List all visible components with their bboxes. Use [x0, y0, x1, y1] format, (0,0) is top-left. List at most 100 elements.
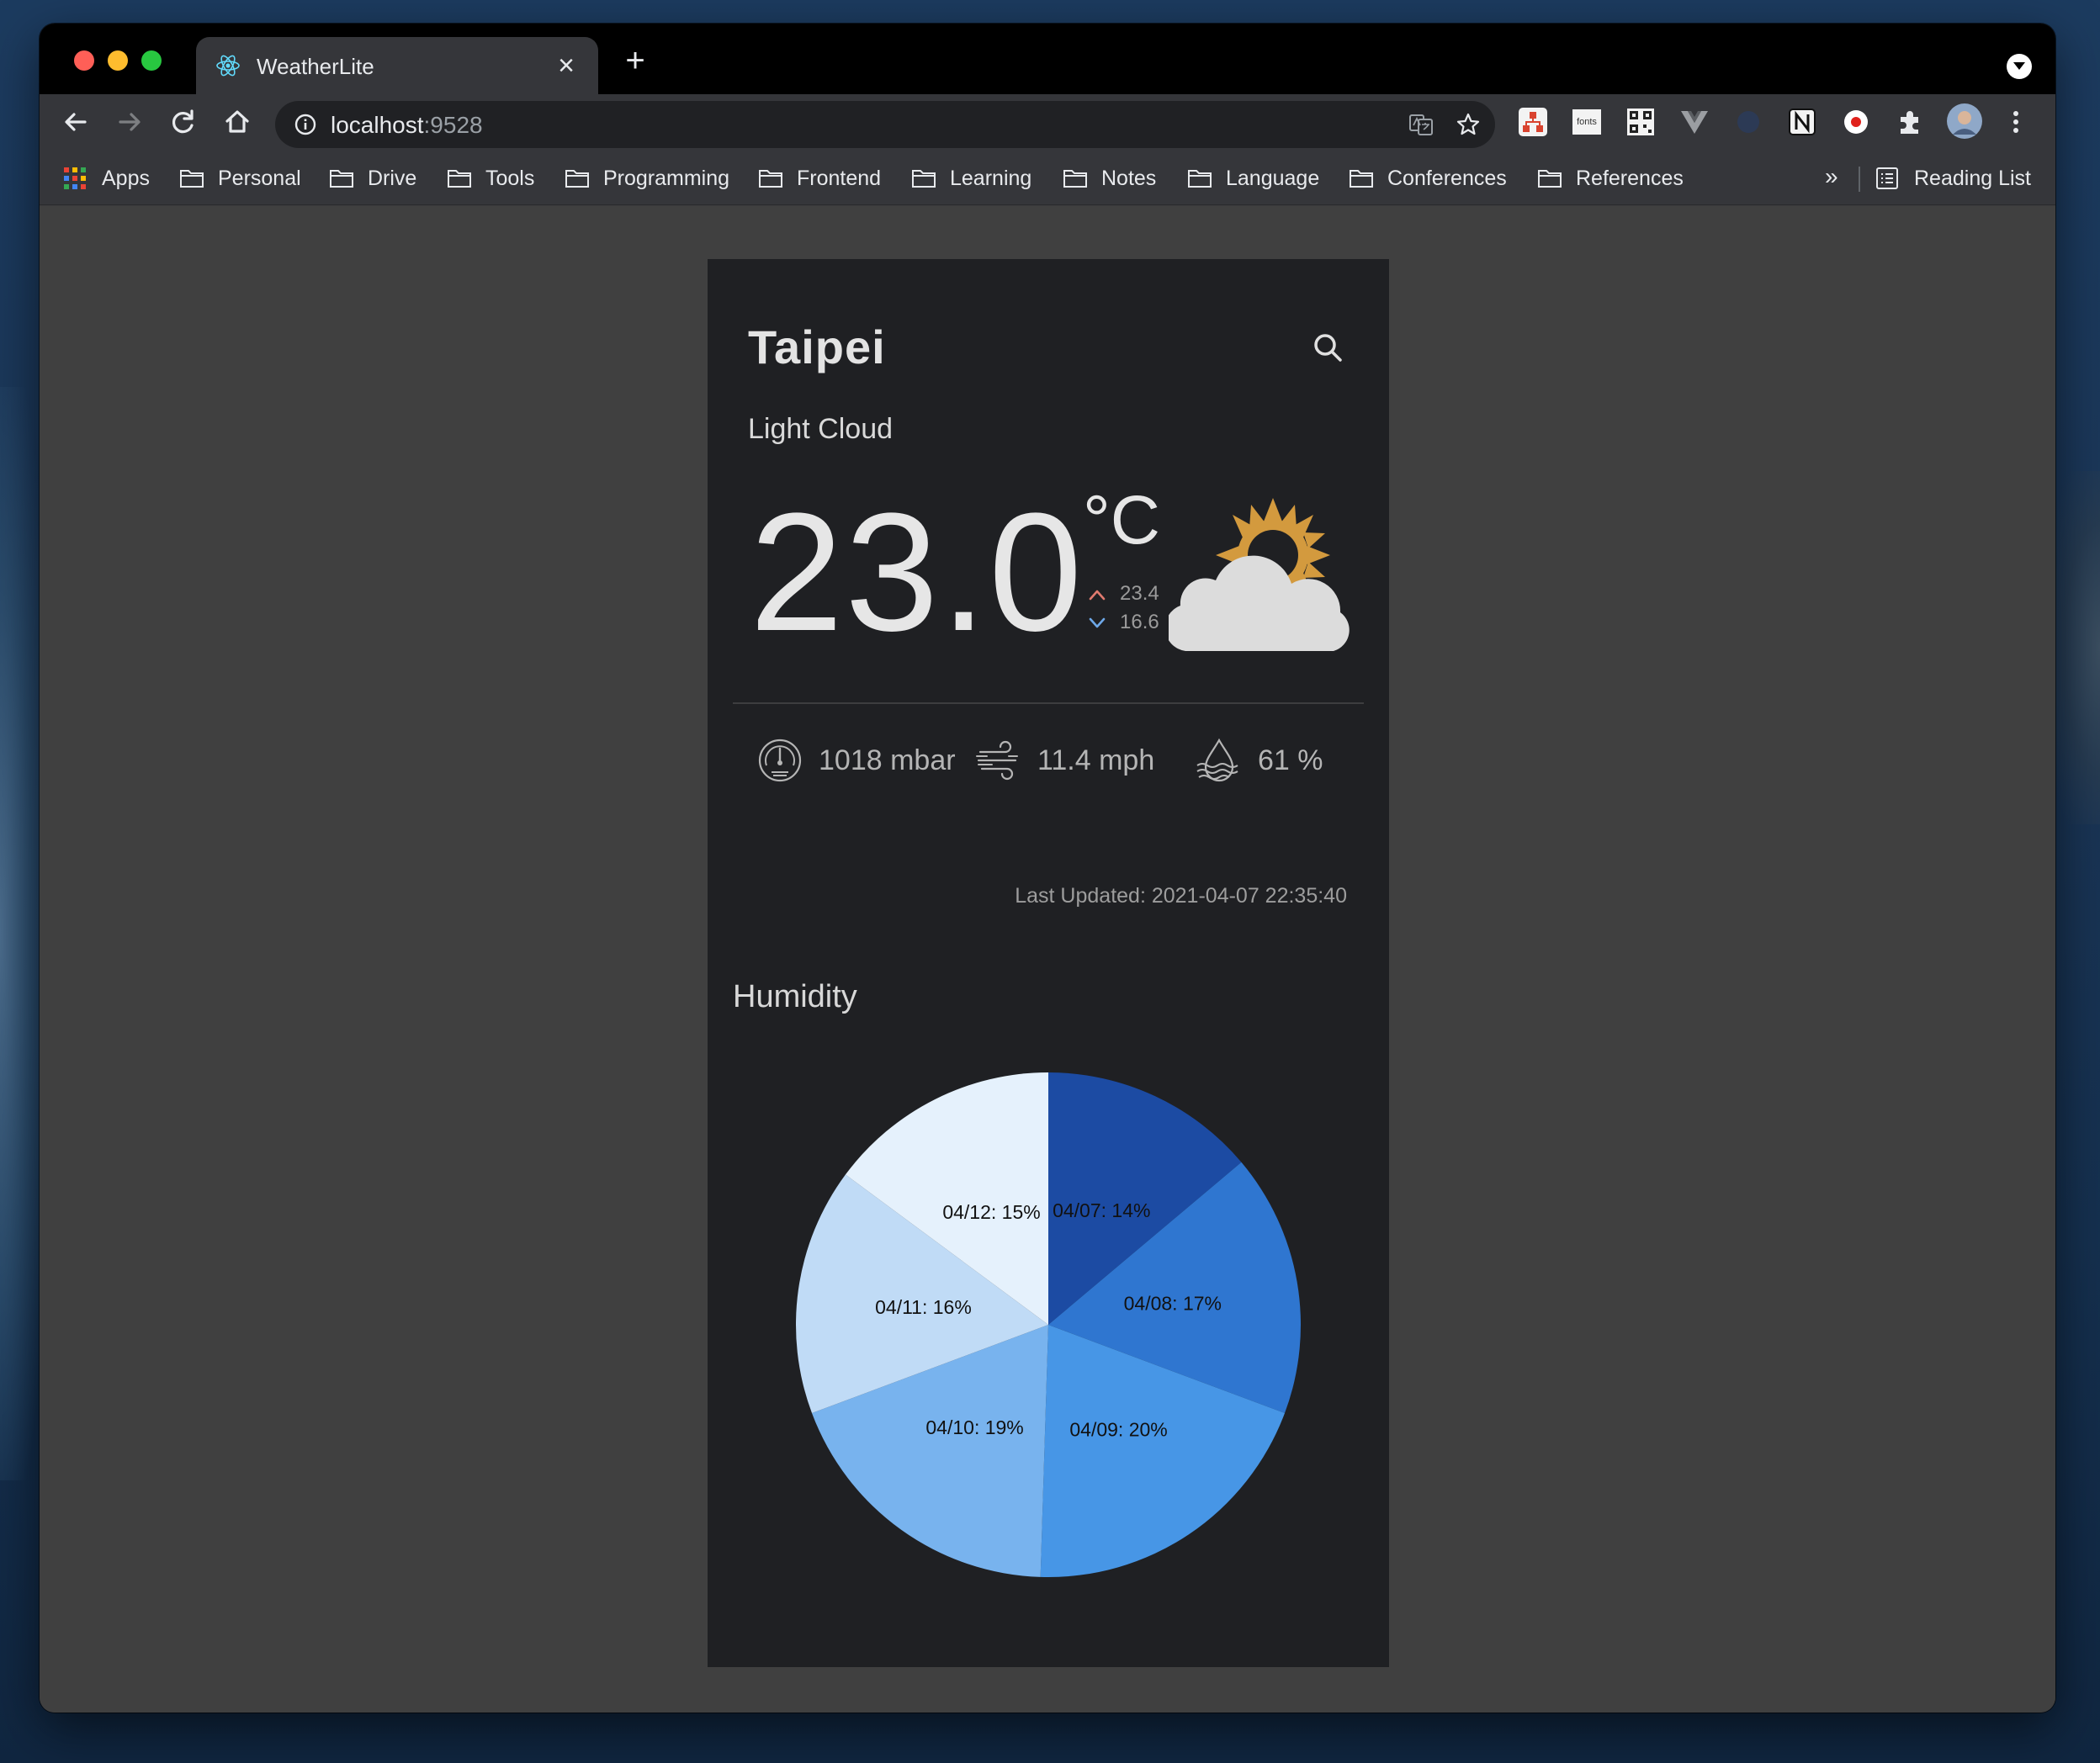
- pie-slice-label: 04/08: 17%: [1124, 1292, 1222, 1314]
- current-temperature: 23.0: [750, 479, 1084, 666]
- folder-icon: [1063, 170, 1087, 188]
- wind-icon: [976, 740, 1018, 781]
- folder-icon: [912, 170, 936, 188]
- pie-slice-label: 04/11: 16%: [875, 1296, 972, 1318]
- wind-value: 11.4 mph: [1037, 744, 1155, 776]
- high-temperature: 23.4: [1120, 582, 1159, 605]
- weather-description: Light Cloud: [748, 413, 894, 445]
- bookmark-star-icon[interactable]: [1455, 111, 1482, 138]
- bookmark-folder-conferences[interactable]: Conferences: [1349, 163, 1507, 193]
- home-icon[interactable]: [216, 101, 258, 143]
- url-port: :9528: [423, 112, 483, 138]
- bookmark-folder-personal[interactable]: Personal: [179, 163, 301, 193]
- bookmark-folder-frontend[interactable]: Frontend: [758, 163, 881, 193]
- bookmark-label: Personal: [218, 166, 301, 190]
- barometer-gauge-icon: [758, 739, 802, 782]
- bookmark-label: References: [1576, 166, 1684, 190]
- weather-card: Taipei Light Cloud 23.0 °C 23.4 16.6 101…: [708, 259, 1389, 1667]
- bookmark-folder-learning[interactable]: Learning: [911, 163, 1031, 193]
- bookmarks-divider: [1859, 167, 1860, 192]
- extension-vue-devtools-icon[interactable]: [1678, 106, 1710, 138]
- bookmark-label: Notes: [1101, 166, 1157, 190]
- city-name: Taipei: [748, 320, 886, 373]
- last-updated: Last Updated: 2021-04-07 22:35:40: [1015, 884, 1347, 908]
- browser-menu-icon[interactable]: [2000, 106, 2032, 138]
- folder-icon: [1188, 170, 1212, 188]
- bookmark-label: Apps: [102, 166, 150, 190]
- page-viewport: Taipei Light Cloud 23.0 °C 23.4 16.6 101…: [40, 206, 2055, 1713]
- extension-sitemap-icon[interactable]: [1517, 106, 1549, 138]
- folder-icon: [330, 170, 353, 188]
- pie-slice-label: 04/09: 20%: [1069, 1419, 1167, 1441]
- folder-icon: [565, 170, 589, 188]
- extension-dark-icon[interactable]: [1732, 106, 1764, 138]
- humidity-pie-chart: 04/07: 14% 04/08: 17% 04/09: 20% 04/10: 19%…: [796, 1072, 1301, 1577]
- back-arrow-icon[interactable]: [55, 101, 97, 143]
- url-host: localhost: [331, 112, 424, 138]
- apps-grid-icon: [64, 167, 86, 189]
- new-tab-button[interactable]: +: [618, 44, 652, 77]
- bookmark-folder-notes[interactable]: Notes: [1063, 163, 1156, 193]
- bookmark-folder-programming[interactable]: Programming: [565, 163, 729, 193]
- bookmarks-bar: Apps Personal Drive Tools Programming Fr…: [40, 151, 2055, 205]
- humidity-value: 61 %: [1258, 744, 1323, 776]
- desktop-wallpaper-right: [2050, 471, 2100, 824]
- section-divider: [733, 702, 1364, 704]
- tab-bar: WeatherLite × +: [40, 24, 2055, 94]
- pie-slice-label: 04/12: 15%: [942, 1201, 1040, 1223]
- tab-search-button[interactable]: [2007, 54, 2032, 79]
- translate-icon[interactable]: [1408, 111, 1434, 138]
- extension-record-icon[interactable]: [1840, 106, 1872, 138]
- zoom-window-button[interactable]: [141, 50, 162, 71]
- reading-list-label: Reading List: [1914, 166, 2031, 190]
- site-info-icon[interactable]: [294, 113, 317, 136]
- folder-icon: [1350, 170, 1373, 188]
- low-temperature: 16.6: [1120, 611, 1159, 633]
- forward-arrow-icon[interactable]: [109, 101, 151, 143]
- chevron-down-icon: [1089, 617, 1106, 628]
- bookmark-label: Learning: [950, 166, 1032, 190]
- bookmark-label: Programming: [603, 166, 730, 190]
- pie-slice-label: 04/07: 14%: [1053, 1199, 1150, 1221]
- bookmark-apps[interactable]: Apps: [63, 163, 150, 193]
- humidity-stat: 61 %: [1196, 735, 1323, 786]
- partly-cloudy-day-icon: [1169, 498, 1350, 651]
- tab-close-icon[interactable]: ×: [549, 49, 583, 82]
- extensions-puzzle-icon[interactable]: [1894, 106, 1926, 138]
- reload-icon[interactable]: [162, 101, 204, 143]
- bookmark-label: Frontend: [797, 166, 882, 190]
- browser-toolbar: localhost:9528 fonts: [40, 94, 2055, 151]
- svg-text:fonts: fonts: [1577, 117, 1597, 127]
- browser-window: WeatherLite × + localhost:9528 fonts App…: [40, 24, 2055, 1713]
- bookmarks-overflow-button[interactable]: »: [1825, 163, 1838, 190]
- wind-stat: 11.4 mph: [975, 735, 1154, 786]
- extension-notion-icon[interactable]: [1786, 106, 1818, 138]
- address-bar[interactable]: localhost:9528: [275, 101, 1495, 148]
- extension-fonts-icon[interactable]: fonts: [1571, 106, 1603, 138]
- react-logo-icon: [216, 55, 240, 77]
- bookmark-label: Language: [1226, 166, 1320, 190]
- bookmark-folder-references[interactable]: References: [1537, 163, 1684, 193]
- chevron-up-icon: [1089, 590, 1106, 601]
- bookmark-folder-drive[interactable]: Drive: [329, 163, 416, 193]
- bookmark-label: Conferences: [1387, 166, 1507, 190]
- pressure-stat: 1018 mbar: [756, 735, 956, 786]
- search-icon[interactable]: [1308, 328, 1349, 368]
- close-window-button[interactable]: [74, 50, 94, 71]
- reading-list-icon: [1876, 167, 1898, 189]
- bookmark-folder-language[interactable]: Language: [1187, 163, 1319, 193]
- bookmark-folder-tools[interactable]: Tools: [447, 163, 534, 193]
- tab-weatherlite[interactable]: WeatherLite ×: [196, 37, 598, 94]
- folder-icon: [448, 170, 471, 188]
- bookmark-label: Drive: [368, 166, 417, 190]
- folder-icon: [759, 170, 782, 188]
- pie-slice-label: 04/10: 19%: [925, 1416, 1023, 1438]
- url-text[interactable]: localhost:9528: [331, 112, 483, 139]
- tab-title: WeatherLite: [257, 54, 374, 79]
- minimize-window-button[interactable]: [108, 50, 128, 71]
- profile-avatar[interactable]: [1946, 103, 1983, 140]
- reading-list-button[interactable]: Reading List: [1875, 163, 2031, 193]
- extension-qr-code-icon[interactable]: [1625, 106, 1657, 138]
- pressure-value: 1018 mbar: [819, 744, 956, 776]
- bookmark-label: Tools: [485, 166, 535, 190]
